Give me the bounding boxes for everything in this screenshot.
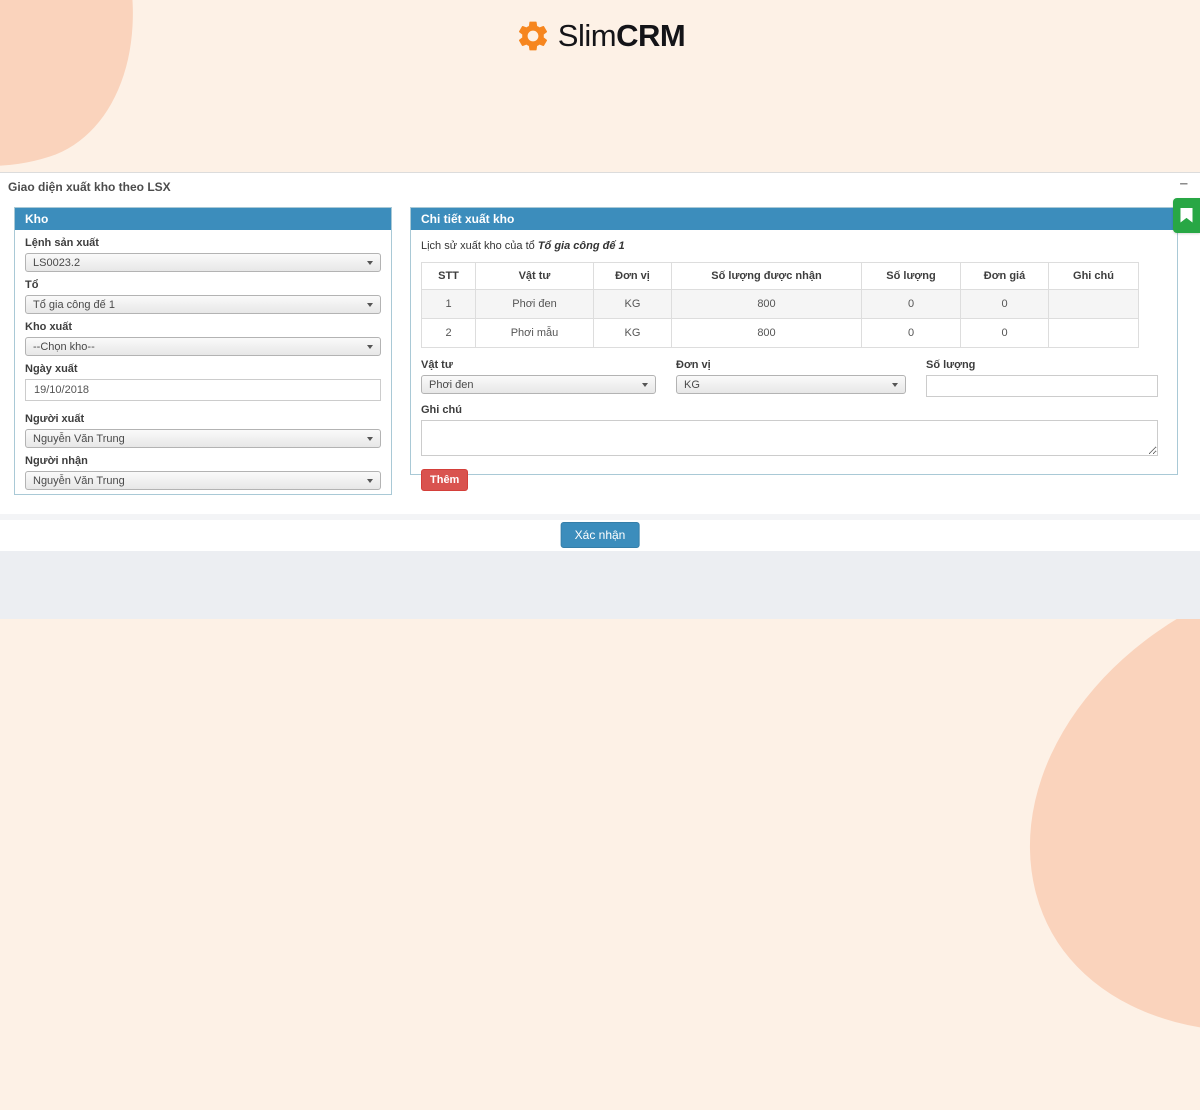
export-date-group: Ngày xuất	[25, 364, 381, 401]
unit-select[interactable]: KG	[676, 375, 906, 394]
exporter-group: Người xuất Nguyễn Văn Trung	[25, 414, 381, 448]
exporter-label: Người xuất	[25, 414, 381, 425]
add-button[interactable]: Thêm	[421, 469, 468, 491]
export-date-label: Ngày xuất	[25, 364, 381, 375]
chevron-down-icon	[642, 383, 648, 387]
table-cell: 800	[672, 319, 862, 348]
note-textarea[interactable]	[421, 420, 1158, 456]
history-caption-prefix: Lịch sử xuất kho của tổ	[421, 240, 538, 252]
production-order-label: Lệnh sản xuất	[25, 238, 381, 249]
material-label: Vật tư	[421, 360, 656, 371]
col-header-unit-price: Đơn giá	[961, 263, 1049, 290]
export-warehouse-label: Kho xuất	[25, 322, 381, 333]
history-caption: Lịch sử xuất kho của tổ Tổ gia công đế 1	[421, 240, 1167, 252]
add-item-row: Vật tư Phơi đen Đơn vị KG Số lượng	[421, 360, 1167, 397]
table-cell: Phơi mẫu	[476, 319, 594, 348]
export-detail-panel: Chi tiết xuất kho Lịch sử xuất kho của t…	[410, 207, 1178, 475]
export-warehouse-select[interactable]: --Chọn kho--	[25, 337, 381, 356]
warehouse-panel-title: Kho	[15, 208, 391, 230]
table-cell: 0	[862, 319, 961, 348]
bookmark-button[interactable]	[1173, 198, 1200, 233]
table-cell	[1049, 319, 1139, 348]
chevron-down-icon	[367, 303, 373, 307]
table-cell: 1	[422, 290, 476, 319]
receiver-group: Người nhận Nguyễn Văn Trung	[25, 456, 381, 490]
table-cell: 2	[422, 319, 476, 348]
quantity-group: Số lượng	[926, 360, 1158, 397]
export-warehouse-value: --Chọn kho--	[33, 341, 95, 353]
table-row: 1 Phơi đen KG 800 0 0	[422, 290, 1139, 319]
production-order-group: Lệnh sản xuất LS0023.2	[25, 238, 381, 272]
table-cell: KG	[594, 290, 672, 319]
unit-label: Đơn vị	[676, 360, 906, 371]
receiver-label: Người nhận	[25, 456, 381, 467]
team-group: Tổ Tổ gia công đế 1	[25, 280, 381, 314]
table-cell	[1049, 290, 1139, 319]
production-order-select[interactable]: LS0023.2	[25, 253, 381, 272]
note-group: Ghi chú	[421, 405, 1167, 461]
table-cell: 0	[862, 290, 961, 319]
chevron-down-icon	[367, 345, 373, 349]
table-cell: 800	[672, 290, 862, 319]
col-header-qty: Số lượng	[862, 263, 961, 290]
minimize-icon[interactable]: –	[1180, 175, 1188, 192]
receiver-value: Nguyễn Văn Trung	[33, 475, 125, 487]
export-detail-panel-title: Chi tiết xuất kho	[411, 208, 1177, 230]
footer-divider	[0, 514, 1200, 520]
note-label: Ghi chú	[421, 405, 1167, 416]
history-caption-team: Tổ gia công đế 1	[538, 240, 625, 252]
brand-name-crm: CRM	[616, 18, 685, 53]
confirm-button[interactable]: Xác nhận	[561, 522, 640, 548]
brand-name-slim: Slim	[558, 18, 616, 53]
material-group: Vật tư Phơi đen	[421, 360, 656, 397]
chevron-down-icon	[367, 261, 373, 265]
unit-value: KG	[684, 379, 700, 391]
team-label: Tổ	[25, 280, 381, 291]
warehouse-panel: Kho Lệnh sản xuất LS0023.2 Tổ Tổ gia côn…	[14, 207, 392, 495]
page-background-band	[0, 551, 1200, 619]
col-header-qty-received: Số lượng được nhận	[672, 263, 862, 290]
page-title: Giao diện xuất kho theo LSX	[8, 180, 171, 194]
history-table: STT Vật tư Đơn vị Số lượng được nhận Số …	[421, 262, 1139, 348]
team-select[interactable]: Tổ gia công đế 1	[25, 295, 381, 314]
gear-icon	[515, 18, 551, 54]
exporter-value: Nguyễn Văn Trung	[33, 433, 125, 445]
chevron-down-icon	[892, 383, 898, 387]
brand-logo: SlimCRM	[0, 18, 1200, 54]
chevron-down-icon	[367, 437, 373, 441]
brand-name: SlimCRM	[558, 18, 685, 54]
table-header-row: STT Vật tư Đơn vị Số lượng được nhận Số …	[422, 263, 1139, 290]
exporter-select[interactable]: Nguyễn Văn Trung	[25, 429, 381, 448]
material-select[interactable]: Phơi đen	[421, 375, 656, 394]
production-order-value: LS0023.2	[33, 257, 80, 269]
export-date-input[interactable]	[25, 379, 381, 401]
col-header-note: Ghi chú	[1049, 263, 1139, 290]
table-row: 2 Phơi mẫu KG 800 0 0	[422, 319, 1139, 348]
quantity-input[interactable]	[926, 375, 1158, 397]
export-warehouse-group: Kho xuất --Chọn kho--	[25, 322, 381, 356]
table-cell: 0	[961, 319, 1049, 348]
bookmark-icon	[1180, 208, 1193, 223]
export-detail-panel-body: Lịch sử xuất kho của tổ Tổ gia công đế 1…	[411, 230, 1177, 499]
content-sheet: Giao diện xuất kho theo LSX – Kho Lệnh s…	[0, 172, 1200, 551]
material-value: Phơi đen	[429, 379, 474, 391]
warehouse-panel-body: Lệnh sản xuất LS0023.2 Tổ Tổ gia công đế…	[15, 230, 391, 506]
col-header-material: Vật tư	[476, 263, 594, 290]
table-cell: KG	[594, 319, 672, 348]
col-header-unit: Đơn vị	[594, 263, 672, 290]
team-value: Tổ gia công đế 1	[33, 299, 115, 311]
unit-group: Đơn vị KG	[676, 360, 906, 397]
table-cell: Phơi đen	[476, 290, 594, 319]
chevron-down-icon	[367, 479, 373, 483]
receiver-select[interactable]: Nguyễn Văn Trung	[25, 471, 381, 490]
table-cell: 0	[961, 290, 1049, 319]
quantity-label: Số lượng	[926, 360, 1158, 371]
col-header-stt: STT	[422, 263, 476, 290]
